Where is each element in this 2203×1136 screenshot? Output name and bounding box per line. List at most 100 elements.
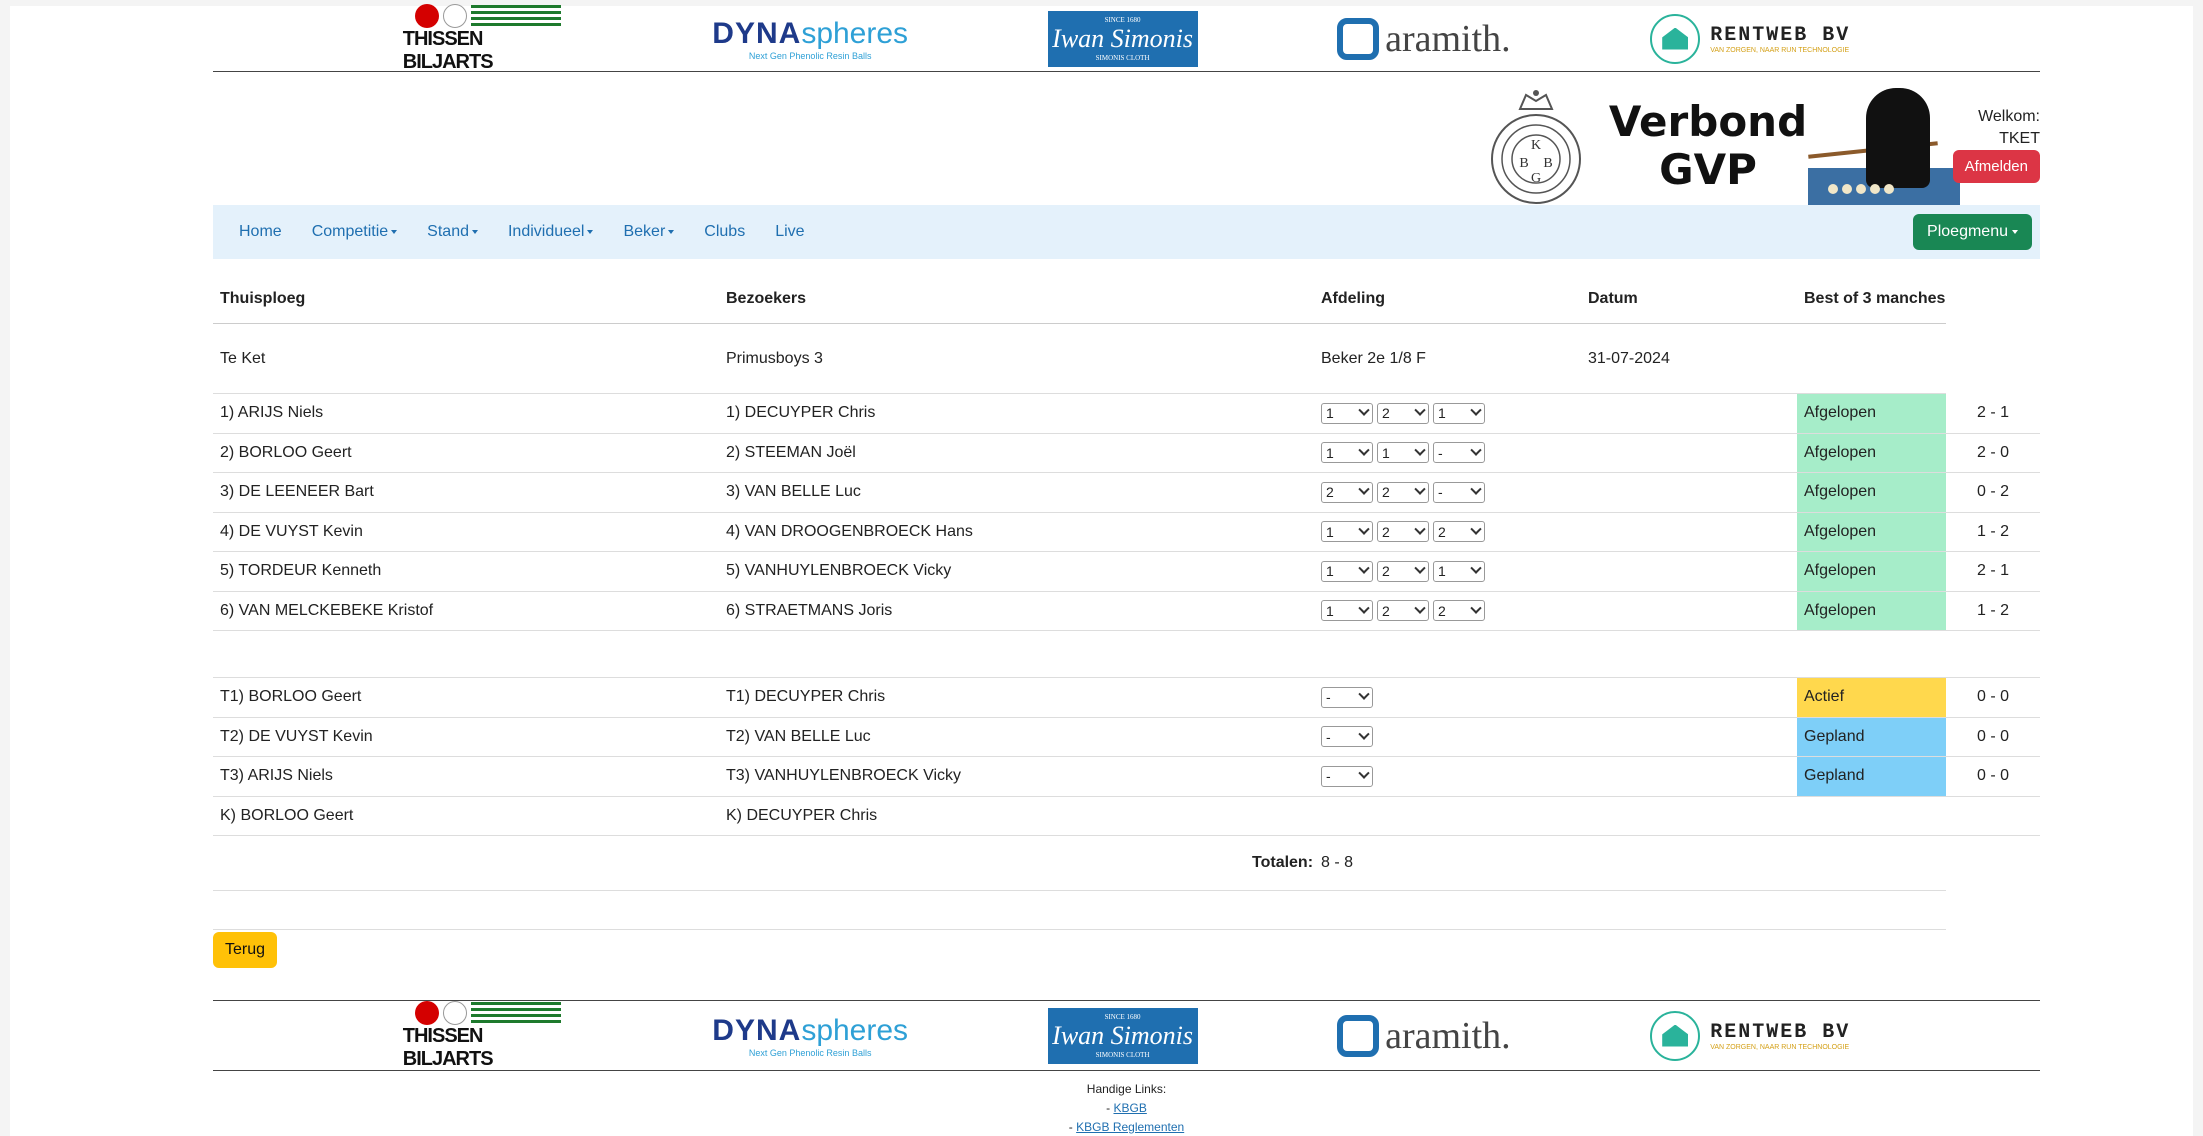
set-value: - (1326, 728, 1331, 745)
match-score: 0 - 2 (1976, 483, 2009, 501)
match-score: 2 - 1 (1976, 562, 2009, 580)
table-row: T3) ARIJS Niels T3) VANHUYLENBROECK Vicky… (213, 757, 2040, 797)
chevron-down-icon (1470, 523, 1482, 535)
set-1-select[interactable]: 2 (1321, 481, 1373, 503)
sponsor-simonis-logo[interactable]: SINCE 1680 Iwan Simonis SIMONIS CLOTH (1047, 10, 1198, 67)
main-navbar: Home Competitie Stand Individueel Beker Clubs… (213, 205, 2040, 259)
nav-item-competitie[interactable]: Competitie (312, 223, 398, 241)
nav-item-label: Beker (623, 223, 666, 240)
chevron-down-icon (1470, 404, 1482, 417)
match-score: 0 - 0 (1976, 688, 2009, 706)
status-badge: Gepland (1797, 717, 1946, 756)
sponsor-rentweb-logo[interactable]: RENTWEB BV VAN ZORGEN, NAAR RUN TECHNOLOG… (1650, 1008, 1850, 1064)
status-badge: Afgelopen (1797, 552, 1946, 591)
set-3-select[interactable]: 2 (1433, 600, 1485, 622)
set-1-select[interactable]: 1 (1321, 442, 1373, 464)
table-row: 2) BORLOO Geert 2) STEEMAN Joël 1 1 - Afgelop… (213, 433, 2040, 473)
set-3-select[interactable]: 1 (1433, 560, 1485, 582)
team-menu-button[interactable]: Ploegmenu (1913, 214, 2032, 250)
nav-item-home[interactable]: Home (239, 223, 282, 241)
set-3-select[interactable]: 2 (1433, 521, 1485, 543)
chevron-down-icon (1358, 523, 1370, 535)
svg-text:G: G (1531, 171, 1541, 186)
set-1-select[interactable]: 1 (1321, 560, 1373, 582)
sponsor-bar-top: THISSEN BILJARTS DYNAspheres Next Gen Ph… (213, 3, 2040, 73)
visitor-player: 6) STRAETMANS Joris (726, 601, 893, 619)
totals-label: Totalen: (1252, 854, 1314, 871)
set-value: 1 (1438, 563, 1446, 580)
captain-home: K) BORLOO Geert (220, 806, 354, 824)
link-kbgb-reglementen[interactable]: KBGB Reglementen (1076, 1120, 1184, 1134)
chevron-down-icon (1358, 602, 1370, 614)
set-value: - (1326, 689, 1331, 706)
set-3-select[interactable]: 1 (1433, 402, 1485, 424)
brand-line-2: GVP (1659, 145, 1757, 194)
set-value: 2 (1382, 523, 1390, 540)
page: THISSEN BILJARTS DYNAspheres Next Gen Ph… (10, 3, 2193, 1136)
set-select[interactable]: - (1321, 765, 1373, 787)
caret-down-icon (587, 230, 594, 234)
footer-links-title: Handige Links: (1086, 1082, 1167, 1096)
team-menu-label: Ploegmenu (1927, 223, 2008, 240)
set-1-select[interactable]: 1 (1321, 600, 1373, 622)
set-3-select[interactable]: - (1433, 481, 1485, 503)
sponsor-bar-bottom: THISSEN BILJARTS DYNAspheres Next Gen Ph… (213, 1000, 2040, 1071)
link-kbgb[interactable]: KBGB (1113, 1101, 1146, 1115)
sponsor-aramith-logo[interactable]: aramith. (1337, 1008, 1511, 1064)
set-value: 1 (1326, 602, 1334, 619)
set-1-select[interactable]: 1 (1321, 402, 1373, 424)
set-value: 1 (1326, 405, 1334, 422)
set-selects: 1 2 2 (1314, 513, 1581, 552)
set-3-select[interactable]: - (1433, 442, 1485, 464)
chevron-down-icon (1358, 767, 1370, 780)
set-value: 1 (1326, 444, 1334, 461)
sponsor-dynaspheres-logo[interactable]: DYNAspheres Next Gen Phenolic Resin Ball… (712, 11, 908, 67)
svg-text:B: B (1543, 156, 1552, 171)
nav-item-clubs[interactable]: Clubs (704, 223, 745, 241)
home-player: T2) DE VUYST Kevin (220, 727, 373, 745)
chevron-down-icon (1470, 602, 1482, 614)
totals-value: 8 - 8 (1321, 854, 1354, 871)
federation-brand: Verbond GVP (1598, 98, 1818, 194)
chevron-down-icon (1358, 444, 1370, 456)
visitor-player: 4) VAN DROOGENBROECK Hans (726, 522, 973, 540)
status-badge: Gepland (1797, 757, 1946, 796)
sponsor-thissen-logo[interactable]: THISSEN BILJARTS (403, 1000, 573, 1070)
back-button[interactable]: Terug (213, 932, 278, 968)
home-player: T3) ARIJS Niels (220, 767, 333, 785)
set-2-select[interactable]: 2 (1377, 600, 1429, 622)
logout-button[interactable]: Afmelden (1952, 150, 2040, 183)
site-header: K B B G Verbond GVP Welkom: TKET Afmelde… (213, 74, 2040, 212)
section-spacer (213, 631, 2040, 678)
nav-item-beker[interactable]: Beker (623, 223, 675, 241)
home-player: 5) TORDEUR Kenneth (220, 562, 382, 580)
sponsor-dynaspheres-logo[interactable]: DYNAspheres Next Gen Phenolic Resin Ball… (712, 1008, 908, 1064)
set-2-select[interactable]: 2 (1377, 481, 1429, 503)
set-value: 1 (1382, 444, 1390, 461)
nav-item-stand[interactable]: Stand (427, 223, 478, 241)
sponsor-aramith-logo[interactable]: aramith. (1337, 11, 1511, 67)
sponsor-simonis-logo[interactable]: SINCE 1680 Iwan Simonis SIMONIS CLOTH (1047, 1007, 1198, 1064)
set-value: 1 (1438, 405, 1446, 422)
set-select[interactable]: - (1321, 686, 1373, 708)
nav-item-label: Live (775, 223, 805, 240)
sponsor-thissen-logo[interactable]: THISSEN BILJARTS (403, 3, 573, 73)
set-2-select[interactable]: 2 (1377, 402, 1429, 424)
nav-item-individueel[interactable]: Individueel (508, 223, 594, 241)
set-value: 2 (1438, 523, 1446, 540)
table-row: T1) BORLOO Geert T1) DECUYPER Chris - Actie… (213, 678, 2040, 718)
match-visitor-team: Primusboys 3 (726, 349, 823, 367)
sponsor-rentweb-logo[interactable]: RENTWEB BV VAN ZORGEN, NAAR RUN TECHNOLOG… (1650, 11, 1850, 67)
set-2-select[interactable]: 1 (1377, 442, 1429, 464)
header-date: Datum (1588, 289, 1638, 307)
visitor-player: T1) DECUYPER Chris (726, 688, 886, 706)
set-2-select[interactable]: 2 (1377, 560, 1429, 582)
set-value: 2 (1438, 602, 1446, 619)
brand-line-1: Verbond (1608, 97, 1808, 146)
nav-item-live[interactable]: Live (775, 223, 804, 241)
set-1-select[interactable]: 1 (1321, 521, 1373, 543)
set-select[interactable]: - (1321, 726, 1373, 748)
match-date: 31-07-2024 (1588, 349, 1670, 367)
caret-down-icon (668, 230, 675, 234)
set-2-select[interactable]: 2 (1377, 521, 1429, 543)
